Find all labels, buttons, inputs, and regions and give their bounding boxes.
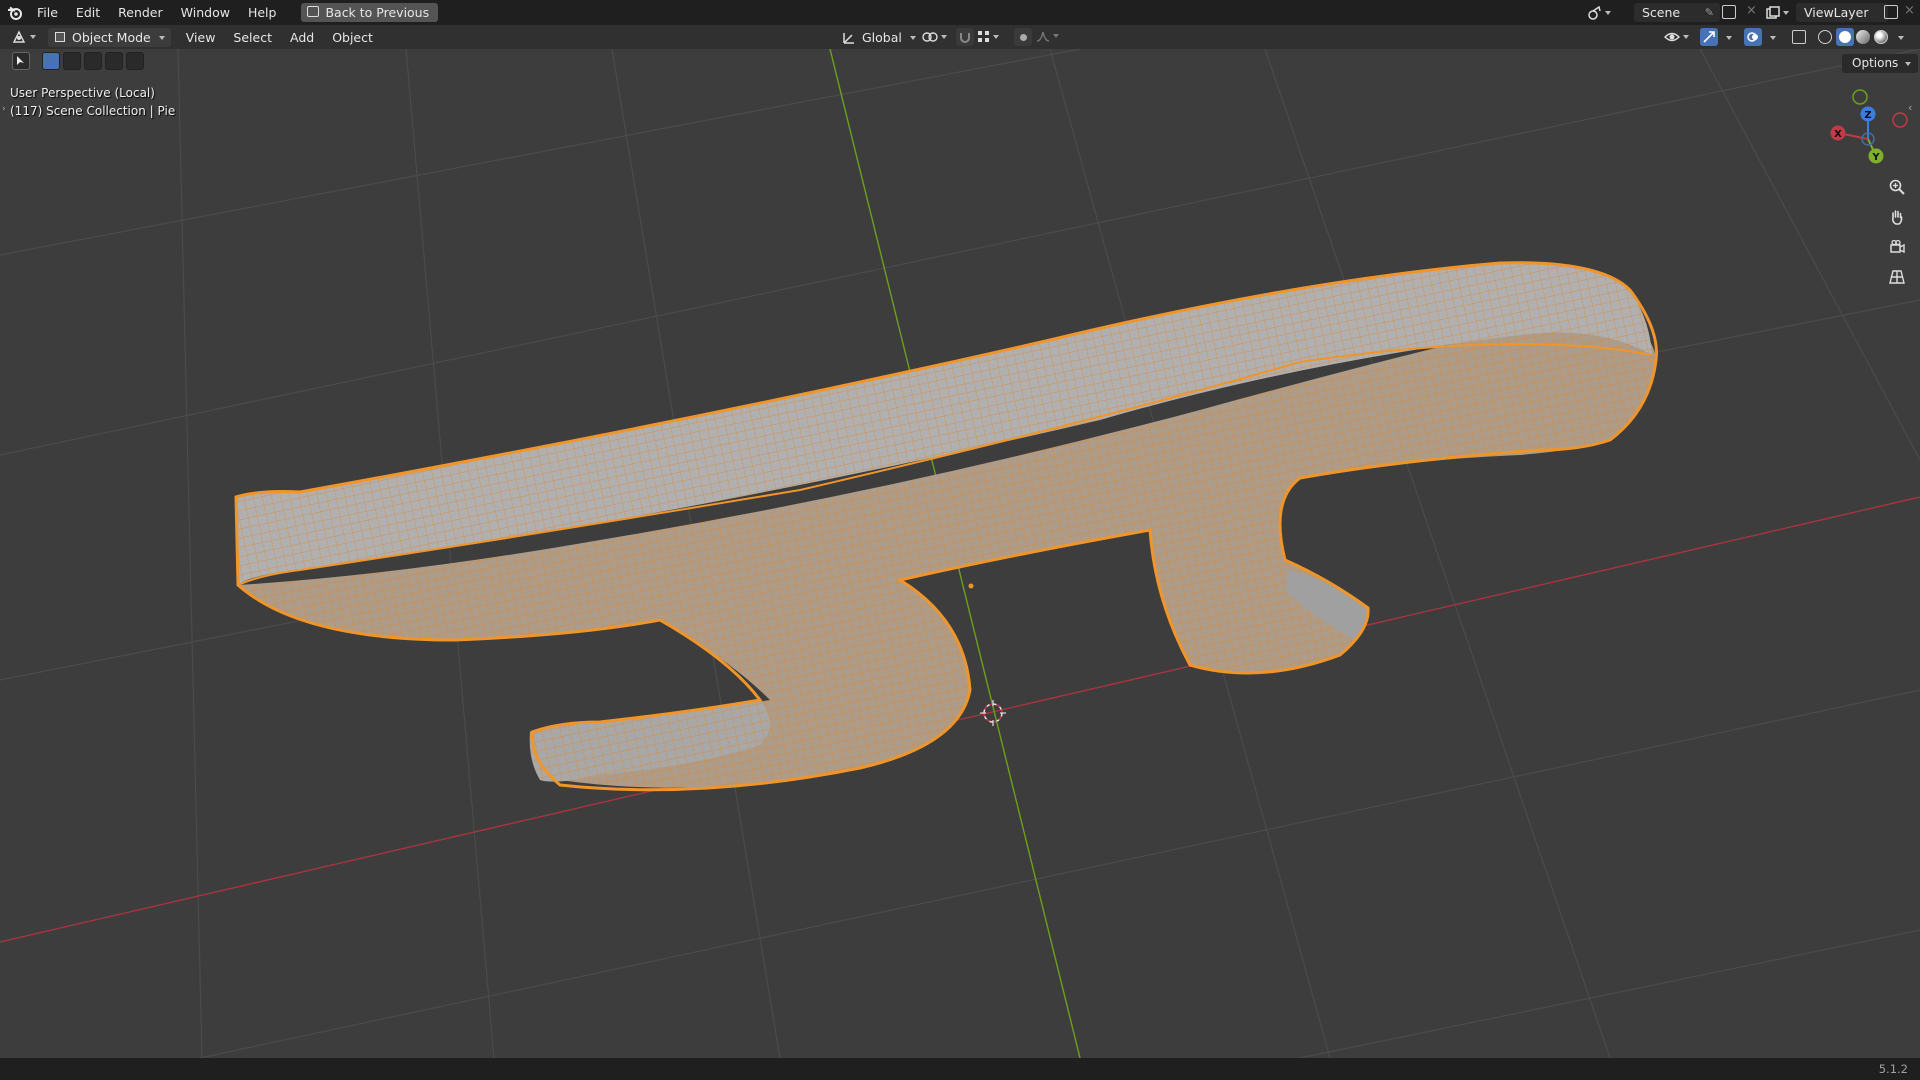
gizmo-y-label: Y xyxy=(1871,152,1880,163)
pivot-point-icon[interactable] xyxy=(922,30,947,44)
menu-object[interactable]: Object xyxy=(323,30,382,45)
select-new-icon[interactable] xyxy=(42,52,60,70)
new-scene-icon[interactable] xyxy=(1722,5,1736,19)
top-bar: File Edit Render Window Help Back to Pre… xyxy=(0,0,1920,25)
back-to-previous-button[interactable]: Back to Previous xyxy=(301,3,439,22)
version-label: 5.1.2 xyxy=(1878,1062,1908,1076)
expand-arrow-icon[interactable]: › xyxy=(2,104,6,114)
gizmo-toggle-icon[interactable] xyxy=(1700,28,1718,46)
shading-rendered-icon[interactable] xyxy=(1874,30,1888,44)
menu-add[interactable]: Add xyxy=(281,30,323,45)
select-tool-row xyxy=(12,52,144,70)
object-mode-icon xyxy=(55,31,65,42)
view-layer-name: ViewLayer xyxy=(1804,5,1869,20)
scene-name: Scene xyxy=(1642,5,1681,20)
window-icon xyxy=(307,6,320,17)
snap-toggle-icon[interactable] xyxy=(956,28,974,46)
viewport-canvas[interactable] xyxy=(0,49,1920,1058)
select-subtract-icon[interactable] xyxy=(84,52,102,70)
viewport-collection-label: (117) Scene Collection | Pie xyxy=(10,104,176,118)
gizmo-x-label: X xyxy=(1834,129,1842,140)
orientation-label: Global xyxy=(862,30,902,45)
select-tool-icon[interactable] xyxy=(12,52,30,70)
options-label: Options xyxy=(1852,56,1899,70)
xray-toggle-icon[interactable] xyxy=(1792,30,1806,44)
select-intersect-icon[interactable] xyxy=(126,52,144,70)
delete-scene-icon[interactable]: × xyxy=(1746,3,1757,18)
status-bar xyxy=(0,1058,1920,1080)
overlays-dropdown-caret[interactable] xyxy=(1770,36,1776,40)
pin-icon[interactable]: ✎ xyxy=(1705,3,1714,22)
options-dropdown[interactable]: Options xyxy=(1842,54,1919,73)
menu-file[interactable]: File xyxy=(28,0,67,25)
delete-view-layer-icon[interactable]: × xyxy=(1904,3,1915,18)
select-invert-icon[interactable] xyxy=(105,52,123,70)
navigation-gizmo[interactable]: Z Y X xyxy=(1816,84,1912,170)
zoom-icon[interactable] xyxy=(1884,174,1910,200)
blender-logo-icon[interactable] xyxy=(2,0,28,25)
editor-type-icon[interactable] xyxy=(12,30,40,44)
shading-wireframe-icon[interactable] xyxy=(1818,30,1832,44)
falloff-icon[interactable] xyxy=(1036,30,1059,42)
menu-view[interactable]: View xyxy=(177,30,225,45)
menu-help[interactable]: Help xyxy=(239,0,286,25)
proportional-editing-icon[interactable] xyxy=(1014,28,1032,46)
transform-orientation-dropdown[interactable]: Global xyxy=(836,28,922,47)
menu-select[interactable]: Select xyxy=(224,30,281,45)
menu-edit[interactable]: Edit xyxy=(67,0,109,25)
object-mode-label: Object Mode xyxy=(72,29,151,45)
view-layer-type-icon[interactable] xyxy=(1766,5,1796,20)
scene-selector[interactable]: Scene ✎ xyxy=(1634,3,1720,22)
shading-material-icon[interactable] xyxy=(1856,30,1870,44)
object-origin-point xyxy=(968,583,974,589)
perspective-toggle-icon[interactable] xyxy=(1884,264,1910,290)
shading-dropdown-caret[interactable] xyxy=(1898,36,1904,40)
viewport-header: Object Mode View Select Add Object Globa… xyxy=(0,25,1920,49)
object-mode-dropdown[interactable]: Object Mode xyxy=(48,27,171,47)
orientation-icon xyxy=(843,33,854,44)
overlays-toggle-icon[interactable] xyxy=(1744,28,1762,46)
select-extend-icon[interactable] xyxy=(63,52,81,70)
shading-solid-icon[interactable] xyxy=(1836,28,1854,46)
new-view-layer-icon[interactable] xyxy=(1884,5,1898,19)
visibility-icon[interactable] xyxy=(1664,30,1689,44)
scene-type-icon[interactable] xyxy=(1588,4,1616,21)
snap-target-icon[interactable] xyxy=(978,31,999,43)
menu-render[interactable]: Render xyxy=(109,0,172,25)
pan-hand-icon[interactable] xyxy=(1884,204,1910,230)
view-layer-selector[interactable]: ViewLayer xyxy=(1796,3,1888,22)
camera-view-icon[interactable] xyxy=(1884,234,1910,260)
gizmo-z-label: Z xyxy=(1864,110,1871,121)
back-to-previous-label: Back to Previous xyxy=(325,5,430,20)
viewport-perspective-label: User Perspective (Local) xyxy=(10,86,155,100)
gizmo-dropdown-caret[interactable] xyxy=(1726,36,1732,40)
menu-window[interactable]: Window xyxy=(172,0,239,25)
